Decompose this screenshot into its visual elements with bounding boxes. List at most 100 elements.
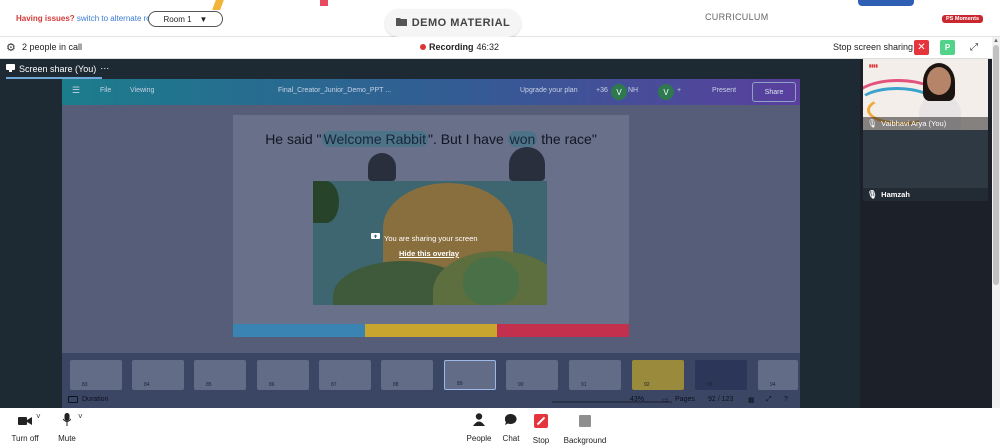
duration-label: Duration [82, 396, 109, 403]
scroll-thumb[interactable] [993, 45, 999, 285]
fullscreen-icon: ⤢ [766, 396, 772, 403]
participant-video [927, 67, 951, 95]
call-controls: Turn off ˅ Mute ˅ People Chat Stop Backg… [0, 408, 1000, 448]
decorative-stripe [320, 0, 328, 6]
thumb-number: 91 [581, 382, 587, 388]
screen-share-tab-label: Screen share (You) [19, 63, 97, 74]
slide-title-part: He said " [265, 131, 322, 147]
thumb-number: 93 [707, 382, 713, 388]
duration-icon [68, 396, 78, 403]
hide-overlay-link[interactable]: Hide this overlay [399, 249, 459, 258]
slide-video: You are sharing your screen Hide this ov… [313, 181, 547, 305]
participant-name-bar: 🎙 Vaibhavi Arya (You) [863, 117, 988, 130]
slide-thumbnails: 83 84 85 86 87 88 89 90 91 92 93 94 [62, 357, 800, 391]
sharing-overlay-message: You are sharing your screen [371, 233, 491, 243]
slide-thumbnail: 88 [381, 360, 433, 390]
tree-shape [313, 181, 339, 223]
recording-time: 46:32 [476, 42, 500, 52]
slide-title-part: the race" [537, 131, 597, 147]
screen-share-tab[interactable]: Screen share (You) ⋯ [6, 63, 109, 74]
decorative-stripe [212, 0, 224, 10]
viewing-menu: Viewing [130, 87, 155, 94]
slide-thumbnail: 86 [257, 360, 309, 390]
folder-icon [395, 17, 407, 29]
decorative-tab [858, 0, 914, 6]
p-button[interactable]: P [940, 40, 955, 55]
thumb-number: 89 [457, 381, 463, 387]
doc-title: Final_Creator_Junior_Demo_PPT ... [278, 87, 392, 94]
stop-share-button[interactable]: Stop [516, 412, 566, 445]
caret-down-icon: ▼ [199, 14, 208, 24]
stop-sharing-button[interactable]: ✕ [914, 40, 929, 55]
slide-thumbnail: 83 [70, 360, 122, 390]
help-icon: ? [784, 396, 788, 403]
shared-screen: ☰ File Viewing Final_Creator_Junior_Demo… [62, 79, 800, 410]
collaborator-count: +36 [596, 87, 608, 94]
chevron-down-icon[interactable]: ˅ [78, 412, 83, 421]
share-screen-icon [371, 233, 380, 243]
canvas-area: He said " Welcome Rabbit ". But I have won… [62, 105, 800, 353]
call-stage: Screen share (You) ⋯ ☰ File Viewing Fina… [0, 59, 992, 410]
file-menu: File [100, 87, 112, 94]
expand-icon[interactable]: ⤢ [967, 40, 981, 54]
mute-button[interactable]: Mute [42, 412, 92, 443]
participant-tile-self[interactable]: ▮▮▮▮ 🎙 Vaibhavi Arya (You) [863, 59, 988, 130]
thumb-number: 85 [206, 382, 212, 388]
tab-demo-material[interactable]: DEMO MATERIAL [385, 9, 521, 37]
overlay-message-text: You are sharing your screen [384, 233, 478, 243]
present-button: Present [712, 87, 737, 94]
top-bar: Having issues? switch to alternate room … [0, 0, 1000, 37]
chevron-down-icon[interactable]: ˅ [36, 412, 41, 421]
avatar: NH [628, 87, 639, 94]
add-icon: + [677, 87, 682, 94]
frog-character [463, 257, 519, 305]
avatar: V [658, 84, 674, 100]
slide-thumbnail: 94 [758, 360, 798, 390]
close-icon: ✕ [917, 42, 926, 53]
avatar: V [611, 84, 627, 100]
menu-icon: ☰ [72, 85, 81, 95]
color-bar-segment [497, 324, 629, 337]
share-label: Share [764, 88, 784, 96]
slide-title-highlight: Welcome Rabbit [321, 131, 428, 147]
character-figure [368, 153, 396, 181]
pages-label: Pages [675, 396, 695, 403]
recording-status: Recording 46:32 [420, 42, 499, 52]
page-counter: 92 / 123 [708, 396, 734, 403]
gear-icon[interactable]: ⚙ [6, 41, 16, 54]
slide-color-bar [233, 324, 629, 337]
room-select[interactable]: Room 1 ▼ [148, 11, 223, 27]
background-button[interactable]: Background [560, 412, 610, 445]
canva-share-button: Share [752, 82, 796, 102]
slide-thumbnail: 92 [632, 360, 684, 390]
recording-label: Recording [429, 42, 474, 52]
participant-tile[interactable]: 🎙 Hamzah [863, 130, 988, 201]
scrollbar[interactable]: ▲ [992, 37, 1000, 408]
scroll-up-icon[interactable]: ▲ [992, 37, 1000, 45]
participant-name: Vaibhavi Arya (You) [881, 119, 947, 128]
slide-thumbnail: 93 [695, 360, 747, 390]
tab-demo-material-label: DEMO MATERIAL [411, 17, 511, 29]
slide-title-highlight: won [507, 131, 538, 147]
thumb-number: 90 [518, 382, 524, 388]
ps-moments-badge[interactable]: PS Moments [942, 15, 984, 23]
zoom-slider [552, 401, 672, 403]
issues-text: Having issues? [16, 14, 75, 23]
people-count: 2 people in call [22, 42, 83, 52]
thumb-number: 88 [393, 382, 399, 388]
thumb-number: 83 [82, 382, 88, 388]
more-options-icon[interactable]: ⋯ [100, 63, 109, 74]
slide-thumbnail: 90 [506, 360, 558, 390]
thumb-number: 94 [770, 382, 776, 388]
stop-share-icon [534, 414, 548, 428]
tab-curriculum[interactable]: CURRICULUM [705, 12, 769, 22]
participant-name: Hamzah [881, 190, 910, 199]
slide-thumbnail: 84 [132, 360, 184, 390]
stage-header: Screen share (You) ⋯ [0, 59, 860, 79]
mute-label: Mute [58, 434, 76, 443]
room-select-value: Room 1 [163, 14, 192, 24]
call-info-bar: ⚙ 2 people in call Recording 46:32 Stop … [0, 37, 1000, 59]
slide-thumbnail: 91 [569, 360, 621, 390]
stop-label: Stop [532, 436, 550, 445]
slide-thumbnail: 87 [319, 360, 371, 390]
